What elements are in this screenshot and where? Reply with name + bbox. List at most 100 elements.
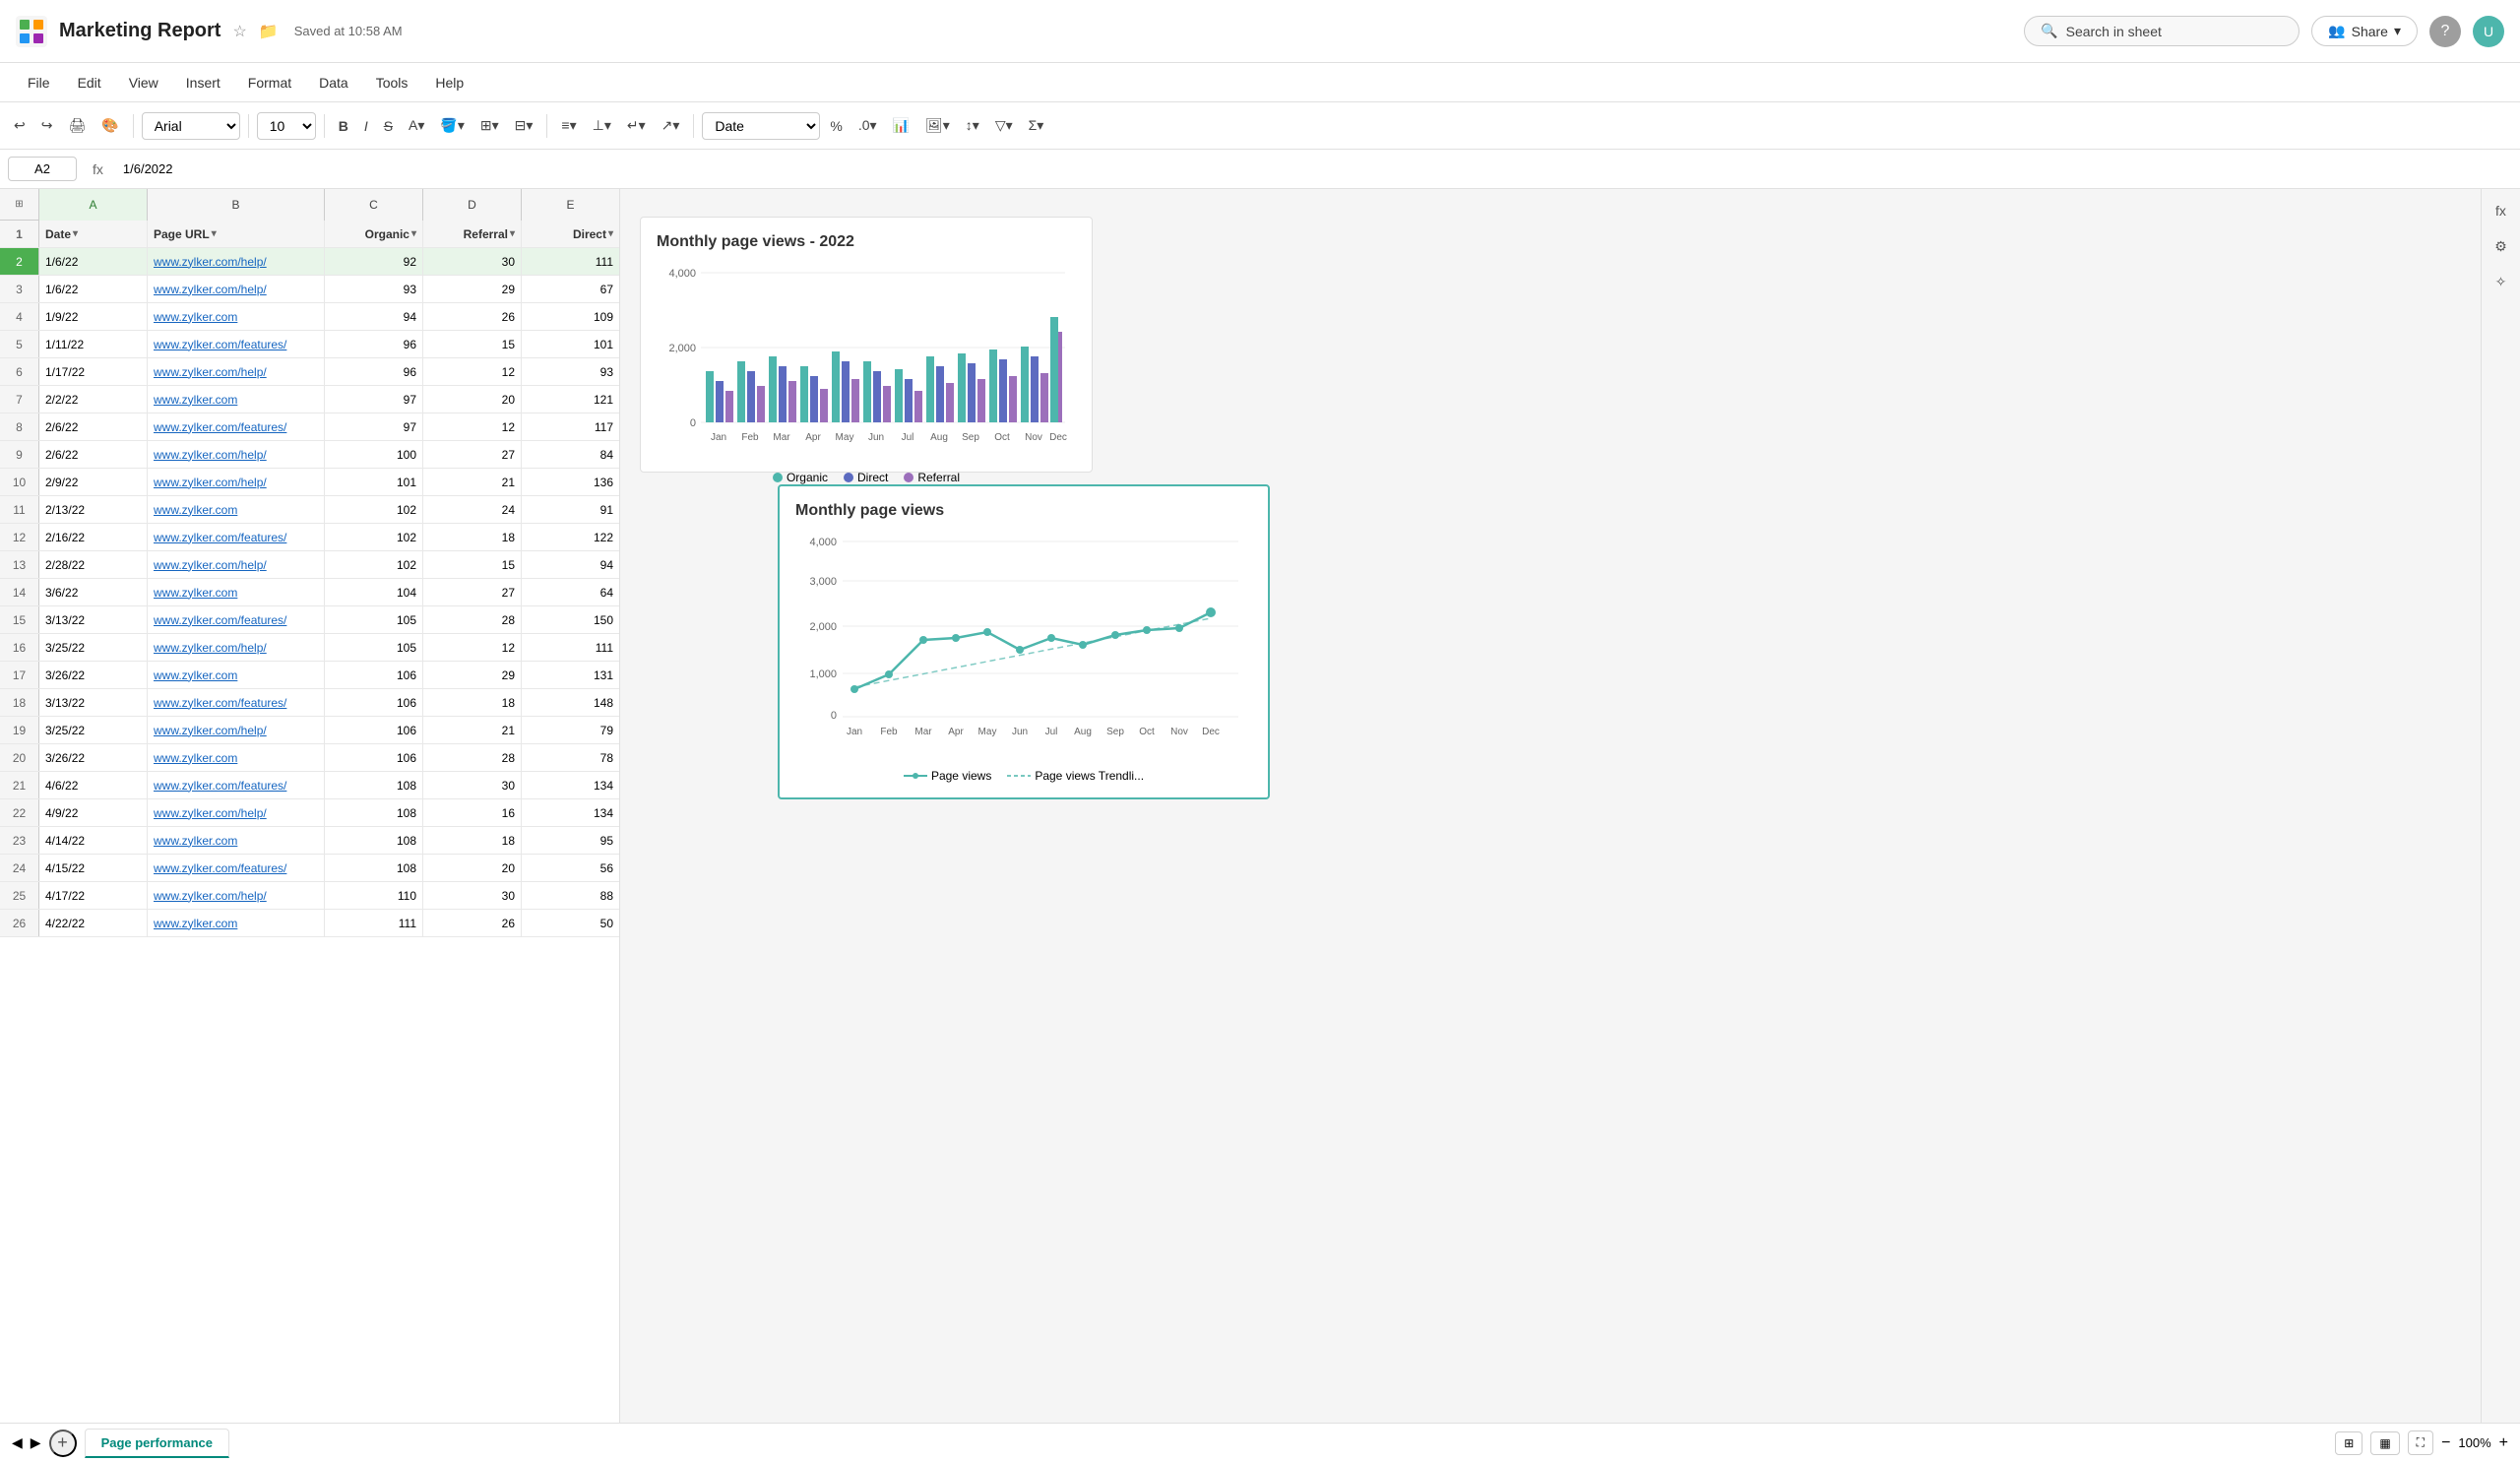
cell-1B[interactable]: Page URL▾ (148, 221, 325, 247)
col-header-A[interactable]: A (39, 189, 148, 221)
cell-18A[interactable]: 3/13/22 (39, 689, 148, 716)
cell-9A[interactable]: 2/6/22 (39, 441, 148, 468)
cell-26A[interactable]: 4/22/22 (39, 910, 148, 936)
decimal-more-button[interactable]: .0▾ (852, 113, 883, 138)
cell-7E[interactable]: 121 (522, 386, 619, 413)
bold-button[interactable]: B (333, 114, 354, 138)
menu-file[interactable]: File (16, 71, 62, 95)
cell-3D[interactable]: 29 (423, 276, 522, 302)
valign-button[interactable]: ⊥▾ (587, 113, 617, 138)
cell-5D[interactable]: 15 (423, 331, 522, 357)
cell-13C[interactable]: 102 (325, 551, 423, 578)
cell-22B[interactable]: www.zylker.com/help/ (148, 799, 325, 826)
menu-edit[interactable]: Edit (66, 71, 113, 95)
cell-5C[interactable]: 96 (325, 331, 423, 357)
cell-8B[interactable]: www.zylker.com/features/ (148, 413, 325, 440)
cell-10D[interactable]: 21 (423, 469, 522, 495)
function-button[interactable]: Σ▾ (1023, 113, 1050, 138)
cell-15D[interactable]: 28 (423, 606, 522, 633)
undo-button[interactable]: ↩ (8, 113, 32, 138)
cell-3B[interactable]: www.zylker.com/help/ (148, 276, 325, 302)
cell-7B[interactable]: www.zylker.com (148, 386, 325, 413)
cell-24D[interactable]: 20 (423, 855, 522, 881)
cell-3C[interactable]: 93 (325, 276, 423, 302)
menu-insert[interactable]: Insert (174, 71, 232, 95)
cell-13E[interactable]: 94 (522, 551, 619, 578)
chart-button[interactable]: 📊 (887, 113, 915, 138)
cell-10A[interactable]: 2/9/22 (39, 469, 148, 495)
scroll-right-button[interactable]: ▶ (31, 1434, 41, 1451)
cell-26B[interactable]: www.zylker.com (148, 910, 325, 936)
cell-1E[interactable]: Direct▾ (522, 221, 619, 247)
layout-button[interactable]: ▦ (2370, 1431, 2399, 1455)
cell-6E[interactable]: 93 (522, 358, 619, 385)
cell-12E[interactable]: 122 (522, 524, 619, 550)
cell-19D[interactable]: 21 (423, 717, 522, 743)
image-button[interactable]: 🖼▾ (919, 113, 956, 138)
cell-25B[interactable]: www.zylker.com/help/ (148, 882, 325, 909)
cell-25E[interactable]: 88 (522, 882, 619, 909)
cell-26D[interactable]: 26 (423, 910, 522, 936)
cell-17C[interactable]: 106 (325, 662, 423, 688)
help-icon[interactable]: ? (2429, 16, 2461, 47)
cell-11E[interactable]: 91 (522, 496, 619, 523)
cell-24A[interactable]: 4/15/22 (39, 855, 148, 881)
cell-10B[interactable]: www.zylker.com/help/ (148, 469, 325, 495)
menu-view[interactable]: View (117, 71, 170, 95)
right-tool-3[interactable]: ✧ (2488, 268, 2515, 295)
cell-23C[interactable]: 108 (325, 827, 423, 854)
cell-4E[interactable]: 109 (522, 303, 619, 330)
cell-7C[interactable]: 97 (325, 386, 423, 413)
cell-1D[interactable]: Referral▾ (423, 221, 522, 247)
cell-9E[interactable]: 84 (522, 441, 619, 468)
cell-23A[interactable]: 4/14/22 (39, 827, 148, 854)
cell-4A[interactable]: 1/9/22 (39, 303, 148, 330)
cell-8D[interactable]: 12 (423, 413, 522, 440)
cell-21B[interactable]: www.zylker.com/features/ (148, 772, 325, 798)
menu-tools[interactable]: Tools (364, 71, 420, 95)
cell-21E[interactable]: 134 (522, 772, 619, 798)
cell-4B[interactable]: www.zylker.com (148, 303, 325, 330)
filter-icon-referral[interactable]: ▾ (510, 228, 515, 239)
cell-15E[interactable]: 150 (522, 606, 619, 633)
cell-14B[interactable]: www.zylker.com (148, 579, 325, 605)
cell-14C[interactable]: 104 (325, 579, 423, 605)
grid-view-button[interactable]: ⊞ (2335, 1431, 2362, 1455)
cell-5E[interactable]: 101 (522, 331, 619, 357)
cell-14E[interactable]: 64 (522, 579, 619, 605)
cell-1C[interactable]: Organic▾ (325, 221, 423, 247)
add-sheet-button[interactable]: + (49, 1430, 77, 1457)
col-header-D[interactable]: D (423, 189, 522, 221)
cell-18B[interactable]: www.zylker.com/features/ (148, 689, 325, 716)
cell-10C[interactable]: 101 (325, 469, 423, 495)
col-header-E[interactable]: E (522, 189, 620, 221)
cell-9C[interactable]: 100 (325, 441, 423, 468)
share-button[interactable]: 👥 Share ▾ (2311, 16, 2418, 46)
search-in-sheet[interactable]: 🔍 Search in sheet (2024, 16, 2300, 46)
font-size-selector[interactable]: 10 (257, 112, 316, 140)
cell-19A[interactable]: 3/25/22 (39, 717, 148, 743)
cell-12D[interactable]: 18 (423, 524, 522, 550)
cell-6D[interactable]: 12 (423, 358, 522, 385)
strikethrough-button[interactable]: S (378, 114, 399, 138)
cell-23B[interactable]: www.zylker.com (148, 827, 325, 854)
menu-data[interactable]: Data (307, 71, 360, 95)
cell-14D[interactable]: 27 (423, 579, 522, 605)
halign-button[interactable]: ≡▾ (555, 113, 582, 138)
cell-3E[interactable]: 67 (522, 276, 619, 302)
cell-22D[interactable]: 16 (423, 799, 522, 826)
cell-20E[interactable]: 78 (522, 744, 619, 771)
cell-26E[interactable]: 50 (522, 910, 619, 936)
cell-25C[interactable]: 110 (325, 882, 423, 909)
filter-icon-date[interactable]: ▾ (73, 228, 78, 239)
cell-16C[interactable]: 105 (325, 634, 423, 661)
cell-10E[interactable]: 136 (522, 469, 619, 495)
cell-11D[interactable]: 24 (423, 496, 522, 523)
cell-18C[interactable]: 106 (325, 689, 423, 716)
cell-8A[interactable]: 2/6/22 (39, 413, 148, 440)
select-all-icon[interactable]: ⊞ (15, 199, 23, 210)
cell-20D[interactable]: 28 (423, 744, 522, 771)
sheet-tab-page-performance[interactable]: Page performance (85, 1429, 229, 1458)
cell-4C[interactable]: 94 (325, 303, 423, 330)
percent-button[interactable]: % (824, 114, 848, 138)
